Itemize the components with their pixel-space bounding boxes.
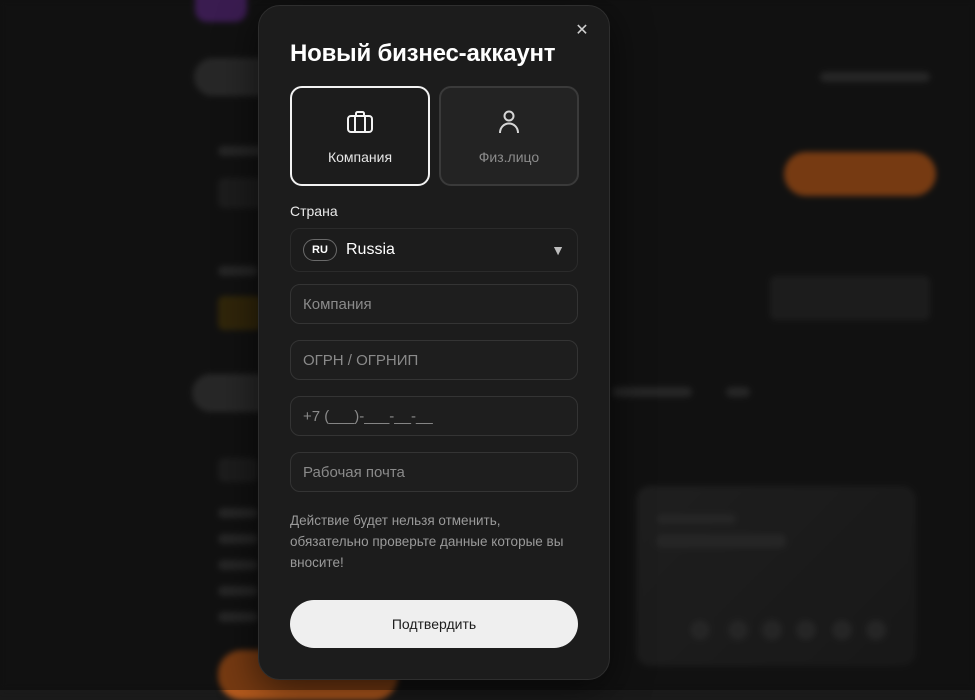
account-type-company[interactable]: Компания [290,86,430,186]
work-email-input[interactable] [290,452,578,492]
account-type-label: Компания [327,149,393,165]
caret-down-icon: ▼ [551,242,565,258]
business-account-modal: ✕ Новый бизнес-аккаунт Компания Физ.лицо… [258,5,610,680]
country-select[interactable]: RU Russia ▼ [290,228,578,272]
close-icon[interactable]: ✕ [571,20,593,42]
warning-text: Действие будет нельзя отменить, обязател… [290,513,564,570]
company-input[interactable] [290,284,578,324]
ogrn-input[interactable] [290,340,578,380]
country-label: Страна [290,203,338,219]
account-type-selector: Компания Физ.лицо [290,86,579,186]
phone-input[interactable] [290,396,578,436]
account-type-label: Физ.лицо [478,149,540,165]
country-code-badge: RU [303,239,337,261]
confirm-button[interactable]: Подтвердить [290,600,578,648]
country-name: Russia [346,241,395,258]
briefcase-icon [347,111,373,133]
modal-title: Новый бизнес-аккаунт [290,40,556,67]
account-type-individual[interactable]: Физ.лицо [439,86,579,186]
person-icon [499,110,519,134]
